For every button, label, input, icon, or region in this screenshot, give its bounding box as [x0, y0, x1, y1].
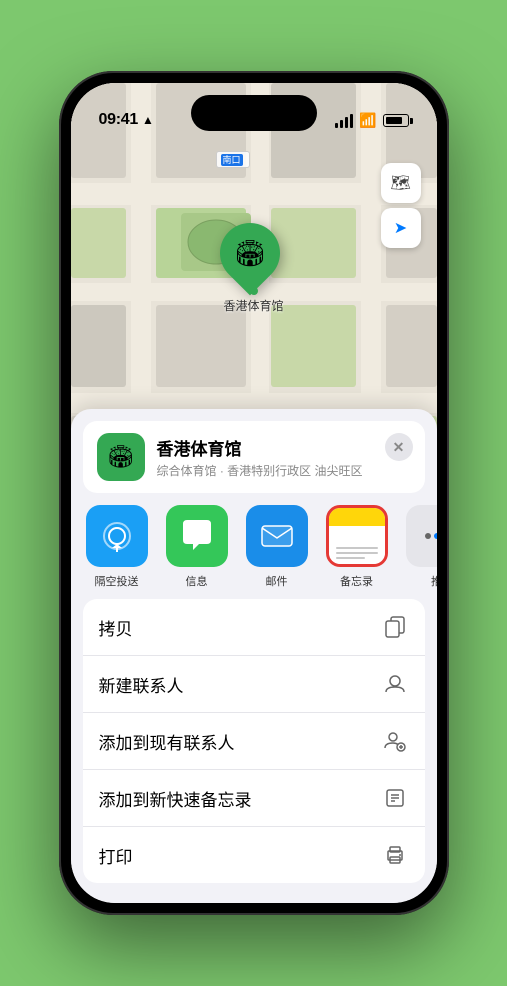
action-add-quick-note-label: 添加到新快速备忘录	[99, 786, 252, 811]
add-existing-contact-icon	[381, 727, 409, 755]
location-card-icon: 🏟	[97, 433, 145, 481]
pin-label: 香港体育馆	[223, 297, 283, 314]
notes-icon-inner	[329, 508, 385, 564]
action-print-label: 打印	[99, 843, 133, 868]
map-label-south-entrance: 南口	[216, 151, 250, 168]
location-info: 香港体育馆 综合体育馆 · 香港特别行政区 油尖旺区	[157, 435, 411, 479]
map-controls[interactable]: 🗺 ➤	[381, 163, 421, 248]
mail-label: 邮件	[266, 573, 288, 589]
close-button[interactable]: ✕	[385, 433, 413, 461]
action-add-existing-contact[interactable]: 添加到现有联系人	[83, 713, 425, 770]
phone-frame: 09:41 ▲ 📶	[59, 71, 449, 915]
stadium-card-icon: 🏟	[107, 444, 135, 470]
bottom-sheet: 🏟 香港体育馆 综合体育馆 · 香港特别行政区 油尖旺区 ✕	[71, 409, 437, 903]
location-button[interactable]: ➤	[381, 208, 421, 248]
action-add-existing-label: 添加到现有联系人	[99, 729, 235, 754]
action-copy[interactable]: 拷贝	[83, 599, 425, 656]
mail-icon	[246, 505, 308, 567]
print-icon	[381, 841, 409, 869]
share-item-messages[interactable]: 信息	[163, 505, 231, 589]
location-address: 综合体育馆 · 香港特别行政区 油尖旺区	[157, 462, 411, 479]
notes-line-2	[336, 552, 378, 554]
airdrop-icon	[86, 505, 148, 567]
action-add-quick-note[interactable]: 添加到新快速备忘录	[83, 770, 425, 827]
stadium-icon: 🏟	[233, 238, 266, 269]
action-list: 拷贝 新建联系人	[83, 599, 425, 883]
airdrop-label: 隔空投送	[95, 573, 139, 589]
share-item-notes[interactable]: 备忘录	[323, 505, 391, 589]
battery-icon	[383, 114, 409, 127]
action-new-contact-label: 新建联系人	[99, 672, 184, 697]
more-label: 推	[431, 573, 437, 589]
action-copy-label: 拷贝	[99, 615, 133, 640]
copy-icon	[381, 613, 409, 641]
location-arrow-icon: ▲	[142, 113, 154, 127]
share-item-airdrop[interactable]: 隔空投送	[83, 505, 151, 589]
phone-screen: 09:41 ▲ 📶	[71, 83, 437, 903]
share-row: 隔空投送 信息	[71, 493, 437, 589]
share-item-mail[interactable]: 邮件	[243, 505, 311, 589]
notes-line-1	[336, 547, 378, 549]
messages-label: 信息	[186, 573, 208, 589]
location-name: 香港体育馆	[157, 435, 411, 460]
add-note-icon	[381, 784, 409, 812]
new-contact-icon	[381, 670, 409, 698]
notes-icon-container	[326, 505, 388, 567]
more-icon	[406, 505, 437, 567]
status-time: 09:41	[99, 111, 138, 129]
location-pin: 🏟 香港体育馆	[220, 223, 288, 314]
wifi-icon: 📶	[359, 112, 376, 129]
map-type-icon: 🗺	[390, 173, 410, 193]
notes-line-3	[336, 557, 365, 559]
location-arrow-icon: ➤	[394, 218, 407, 238]
action-print[interactable]: 打印	[83, 827, 425, 883]
signal-bars	[335, 114, 353, 128]
notes-label: 备忘录	[340, 573, 373, 589]
action-new-contact[interactable]: 新建联系人	[83, 656, 425, 713]
dynamic-island	[191, 95, 317, 131]
messages-icon	[166, 505, 228, 567]
status-icons: 📶	[335, 112, 408, 129]
location-card: 🏟 香港体育馆 综合体育馆 · 香港特别行政区 油尖旺区 ✕	[83, 421, 425, 493]
share-item-more[interactable]: 推	[403, 505, 437, 589]
map-type-button[interactable]: 🗺	[381, 163, 421, 203]
